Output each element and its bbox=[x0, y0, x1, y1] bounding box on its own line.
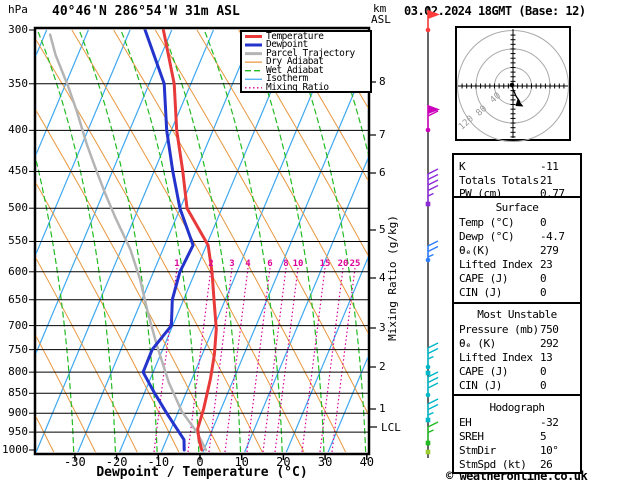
pressure-tick-label: 700 bbox=[8, 318, 28, 332]
stats-label: Lifted Index bbox=[459, 350, 533, 364]
mixing-ratio-value-label: 10 bbox=[292, 259, 304, 269]
wet-adiabat-line bbox=[580, 30, 629, 452]
temp-tick-label: 0 bbox=[196, 455, 204, 469]
stats-label: K bbox=[459, 160, 466, 173]
pressure-tick-label: 400 bbox=[8, 123, 28, 137]
temp-tick-label: -20 bbox=[105, 455, 128, 469]
pressure-tick-label: 850 bbox=[8, 386, 28, 400]
stats-value: 5 bbox=[540, 429, 547, 443]
wind-barb bbox=[425, 370, 431, 376]
pressure-tick-label: 450 bbox=[8, 164, 28, 178]
stats-value: -11 bbox=[540, 160, 559, 173]
stats-value: 0 bbox=[540, 364, 547, 378]
stats-label: CIN (J) bbox=[459, 378, 502, 392]
pressure-tick-label: 300 bbox=[8, 23, 28, 36]
stats-table: K -11 Totals Totals 21 PW (cm) 0.77 bbox=[452, 153, 582, 200]
pressure-tick-label: 1000 bbox=[2, 442, 29, 456]
stats-label: θₑ(K) bbox=[459, 243, 490, 257]
km-tick-label: 7 bbox=[379, 128, 386, 141]
stats-value: 13 bbox=[540, 350, 553, 364]
stats-value: -4.7 bbox=[540, 229, 565, 243]
stats-label: Lifted Index bbox=[459, 257, 533, 271]
stats-value: 279 bbox=[540, 243, 559, 257]
stats-value: 23 bbox=[540, 257, 553, 271]
km-tick-label: 2 bbox=[379, 360, 386, 373]
km-tick-label: 1 bbox=[379, 402, 386, 415]
pressure-tick-label: 900 bbox=[8, 406, 28, 420]
km-tick-label: 4 bbox=[379, 271, 386, 284]
stats-value: 750 bbox=[540, 322, 559, 336]
stats-value: 0 bbox=[540, 285, 547, 299]
stats-table: Surface Temp (°C) 0 Dewp (°C) -4.7 θₑ(K) 279 Li… bbox=[452, 196, 582, 306]
wind-barb bbox=[425, 168, 439, 207]
wind-barb bbox=[425, 105, 440, 133]
stats-label: StmSpd (kt) bbox=[459, 457, 527, 471]
mixing-ratio-value-label: 6 bbox=[267, 259, 273, 269]
stats-label: CAPE (J) bbox=[459, 364, 508, 378]
km-tick-label: 8 bbox=[379, 75, 386, 88]
stats-table: Hodograph EH -32 SREH 5 StmDir 10° StmSpd (kt) 2… bbox=[452, 394, 582, 474]
temp-tick-label: 30 bbox=[317, 455, 333, 469]
stats-value: 10° bbox=[540, 443, 559, 457]
km-tick-label: 3 bbox=[379, 321, 386, 334]
wind-barb bbox=[425, 449, 431, 455]
pressure-tick-label: 650 bbox=[8, 292, 28, 306]
mixing-ratio-value-label: 3 bbox=[229, 259, 235, 269]
km-tick-label: 6 bbox=[379, 166, 386, 179]
stats-table-title: Most Unstable bbox=[477, 308, 557, 321]
km-tick-label: 5 bbox=[379, 223, 386, 236]
stats-value: 0 bbox=[540, 271, 547, 285]
stats-label: Totals Totals bbox=[459, 173, 539, 187]
pressure-tick-label: 800 bbox=[8, 365, 28, 379]
stats-value: 0 bbox=[540, 215, 547, 229]
mixing-ratio-value-label: 25 bbox=[349, 259, 361, 269]
mixing-ratio-value-label: 15 bbox=[319, 259, 331, 269]
stats-value: 0 bbox=[540, 378, 547, 392]
mixing-ratio-value-label: 4 bbox=[245, 259, 251, 269]
temp-tick-label: 10 bbox=[234, 455, 249, 469]
temp-tick-label: 20 bbox=[276, 455, 291, 469]
temp-tick-label: -30 bbox=[64, 455, 86, 469]
stats-value: 292 bbox=[540, 336, 559, 350]
pressure-tick-label: 550 bbox=[8, 234, 28, 248]
stats-value: -32 bbox=[540, 415, 559, 429]
pressure-tick-label: 500 bbox=[8, 201, 28, 215]
temp-tick-label: 40 bbox=[359, 455, 375, 469]
stats-label: Temp (°C) bbox=[459, 215, 515, 229]
legend-item-label: Mixing Ratio bbox=[266, 81, 329, 93]
wet-adiabat-line bbox=[621, 30, 629, 452]
stats-label: CAPE (J) bbox=[459, 271, 508, 285]
wind-barb-column bbox=[425, 6, 440, 458]
stats-label: EH bbox=[459, 415, 472, 429]
pressure-tick-label: 350 bbox=[8, 76, 28, 90]
wind-barb bbox=[425, 10, 440, 33]
stats-table-title: Surface bbox=[495, 201, 539, 214]
stats-table-title: Hodograph bbox=[489, 401, 545, 414]
pressure-tick-label: 600 bbox=[8, 264, 28, 278]
stats-label: SREH bbox=[459, 429, 484, 443]
stats-value: 21 bbox=[540, 173, 553, 187]
stats-table: Most Unstable Pressure (mb) 750 θₑ (K) 292 Li… bbox=[452, 302, 582, 398]
stats-label: Dewp (°C) bbox=[459, 229, 515, 243]
stats-label: CIN (J) bbox=[459, 285, 502, 299]
mixing-ratio-value-label: 1 bbox=[174, 259, 180, 269]
pressure-tick-label: 750 bbox=[8, 342, 28, 356]
stats-label: StmDir bbox=[459, 443, 496, 457]
stats-label: Pressure (mb) bbox=[459, 322, 539, 336]
stats-label: θₑ (K) bbox=[459, 336, 496, 350]
skewt-sounding-page: { "header": { "pressure_unit": "hPa", "s… bbox=[0, 0, 629, 486]
temp-tick-label: -10 bbox=[147, 455, 170, 469]
mixing-ratio-value-label: 2 bbox=[208, 259, 214, 269]
pressure-tick-label: 950 bbox=[8, 425, 28, 439]
stats-value: 26 bbox=[540, 457, 553, 471]
